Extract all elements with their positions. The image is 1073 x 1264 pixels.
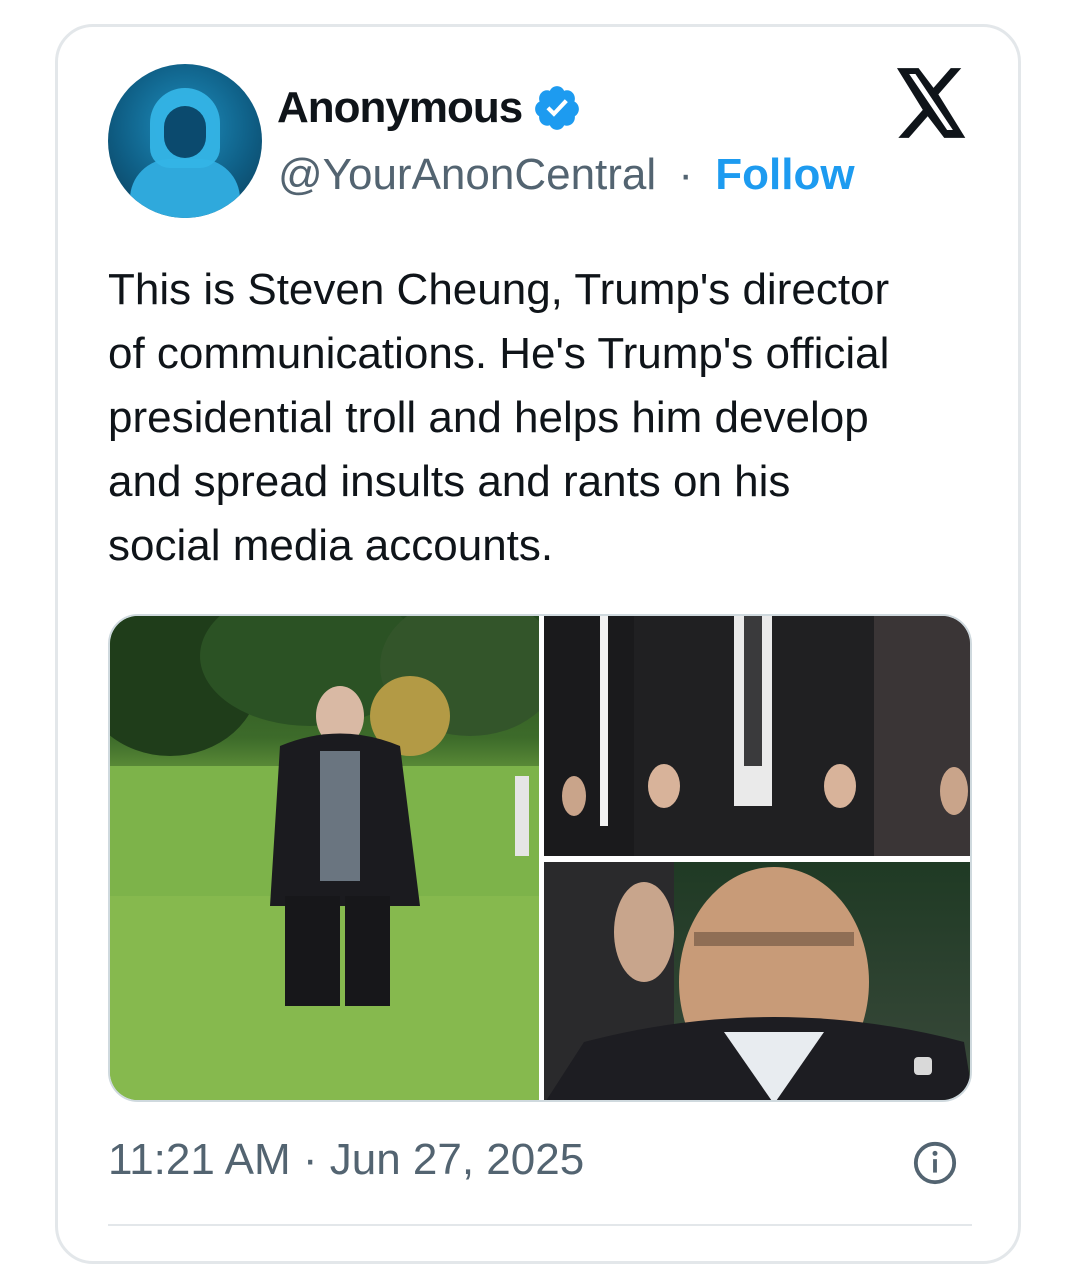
author-display-name[interactable]: Anonymous [277, 82, 523, 134]
tweet-text-line: This is Steven Cheung, Trump's director [108, 265, 890, 314]
media-grid [108, 614, 972, 1102]
author-handle[interactable]: @YourAnonCentral [278, 150, 656, 199]
tweet-text-line: social media accounts. [108, 521, 554, 570]
x-logo-icon[interactable] [893, 68, 969, 138]
footer-divider [108, 1224, 972, 1226]
media-photo-lawn[interactable] [110, 616, 560, 1100]
tweet-text: This is Steven Cheung, Trump's director … [108, 258, 988, 578]
tweet-text-line: presidential troll and helps him develop [108, 393, 869, 442]
suits-photo-illustration [544, 616, 970, 856]
verified-badge-icon [535, 86, 580, 130]
lawn-photo-illustration [110, 616, 560, 1100]
tweet-text-line: of communications. He's Trump's official [108, 329, 890, 378]
follow-button[interactable]: Follow [715, 150, 854, 199]
avatar-face [164, 106, 206, 158]
author-handle-row: @YourAnonCentral · Follow [278, 148, 855, 202]
handle-separator: · [678, 150, 694, 199]
info-icon[interactable] [912, 1140, 958, 1186]
media-photo-suits[interactable] [544, 616, 970, 856]
tweet-text-line: and spread insults and rants on his [108, 457, 791, 506]
portrait-photo-illustration [544, 862, 970, 1100]
author-name-row: Anonymous [277, 82, 582, 134]
avatar[interactable] [108, 64, 262, 218]
tweet-timestamp[interactable]: 11:21 AM · Jun 27, 2025 [108, 1132, 584, 1188]
media-photo-portrait[interactable] [544, 862, 970, 1100]
